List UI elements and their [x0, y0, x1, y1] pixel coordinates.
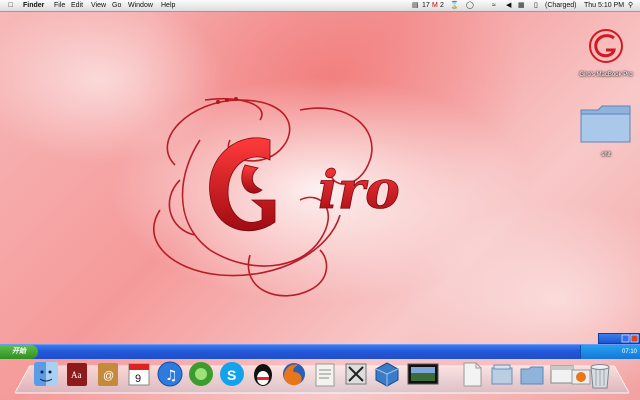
dock-item-x11[interactable]: [342, 360, 370, 390]
dock-item-address-book[interactable]: @: [94, 360, 122, 390]
dock-item-itunes[interactable]: ♫: [156, 360, 184, 390]
dock-item-grapher[interactable]: [187, 360, 215, 390]
dock-item-qq[interactable]: [249, 360, 277, 390]
penguin-icon: [254, 364, 272, 386]
dock-item-dictionary[interactable]: Aa: [63, 360, 91, 390]
mail-status-icon[interactable]: M: [432, 0, 438, 11]
hourglass-icon[interactable]: ⌛: [450, 0, 459, 11]
dock-item-screen[interactable]: [406, 360, 440, 390]
menubar-clock[interactable]: Thu 5:10 PM: [584, 0, 624, 11]
desktop-icon-folder[interactable]: shit: [574, 100, 638, 158]
spotlight-icon[interactable]: ⚲: [628, 0, 633, 11]
menu-help[interactable]: Help: [161, 0, 175, 11]
svg-text:@: @: [103, 370, 114, 382]
dock-item-document[interactable]: [458, 360, 486, 390]
dictionary-icon: Aa: [67, 363, 87, 386]
svg-text:S: S: [227, 367, 236, 383]
dock-item-downloads-stack[interactable]: [518, 360, 546, 390]
x11-icon: [345, 363, 367, 385]
battery-status: (Charged): [545, 2, 577, 9]
document-icon: [463, 362, 482, 387]
dock-item-virtualbox[interactable]: [373, 360, 401, 390]
menu-window[interactable]: Window: [128, 0, 153, 11]
desktop-icon-macbook[interactable]: Giro's MacBook Pro: [574, 24, 638, 78]
mail-count: 2: [440, 2, 444, 9]
window-controls-icon: [621, 334, 639, 343]
dock-item-ical[interactable]: 9: [125, 360, 153, 390]
xp-start-button[interactable]: 开始: [0, 345, 38, 359]
menu-finder[interactable]: Finder: [23, 0, 44, 11]
green-gear-icon: [189, 362, 213, 386]
calendar-status-icon[interactable]: ▤: [412, 0, 419, 11]
address-book-icon: @: [98, 363, 118, 386]
calendar-count: 17: [422, 2, 430, 9]
apple-icon[interactable]: : [8, 0, 13, 11]
xp-tray: 07:10: [580, 345, 640, 359]
battery-icon[interactable]: ▯: [534, 0, 538, 11]
virtualbox-icon: [375, 362, 399, 387]
folder-icon: [580, 105, 631, 143]
firefox-icon: [283, 363, 305, 386]
itunes-icon: ♫: [157, 361, 183, 387]
svg-text:Aa: Aa: [71, 370, 82, 380]
giro-logo-icon: [589, 29, 623, 63]
menu-view[interactable]: View: [91, 0, 106, 11]
desktop-icon-label: Giro's MacBook Pro: [579, 72, 633, 78]
wifi-icon[interactable]: ≈: [492, 0, 496, 11]
menu-go[interactable]: Go: [112, 0, 121, 11]
menu-bar:  Finder File Edit View Go Window Help ▤…: [0, 0, 640, 12]
dock-item-trash[interactable]: [586, 360, 614, 390]
stack-icon: [491, 364, 513, 385]
chat-bubble-icon[interactable]: ◯: [466, 0, 474, 11]
menu-edit[interactable]: Edit: [71, 0, 83, 11]
xp-window-titlebar[interactable]: [598, 333, 640, 344]
trash-icon: [590, 364, 610, 389]
folder-stack-icon: [520, 366, 544, 385]
screen-icon: [407, 363, 439, 385]
desktop[interactable]: iro Giro's MacBook Pro shit  Finder Fil…: [0, 0, 640, 400]
desktop-icon-label: shit: [601, 152, 611, 158]
svg-text:iro: iro: [318, 160, 400, 221]
finder-icon: [34, 362, 58, 386]
xp-tray-clock[interactable]: 07:10: [622, 349, 637, 355]
dock-item-firefox[interactable]: [280, 360, 308, 390]
calendar-date: 9: [135, 373, 141, 385]
flag-icon[interactable]: ▦: [518, 0, 525, 11]
calendar-icon: 9: [128, 363, 150, 386]
dock-item-skype[interactable]: S: [218, 360, 246, 390]
dock-item-applications-stack[interactable]: [488, 360, 516, 390]
svg-text:♫: ♫: [165, 368, 178, 384]
notepad-icon: [315, 363, 335, 387]
wallpaper-giro-art: iro: [153, 97, 400, 297]
menu-file[interactable]: File: [54, 0, 65, 11]
xp-taskbar: 开始 07:10: [0, 344, 640, 359]
volume-icon[interactable]: ◀: [506, 0, 511, 11]
skype-icon: S: [220, 362, 244, 386]
dock-item-text-edit[interactable]: [311, 360, 339, 390]
dock-item-finder[interactable]: [32, 360, 60, 390]
